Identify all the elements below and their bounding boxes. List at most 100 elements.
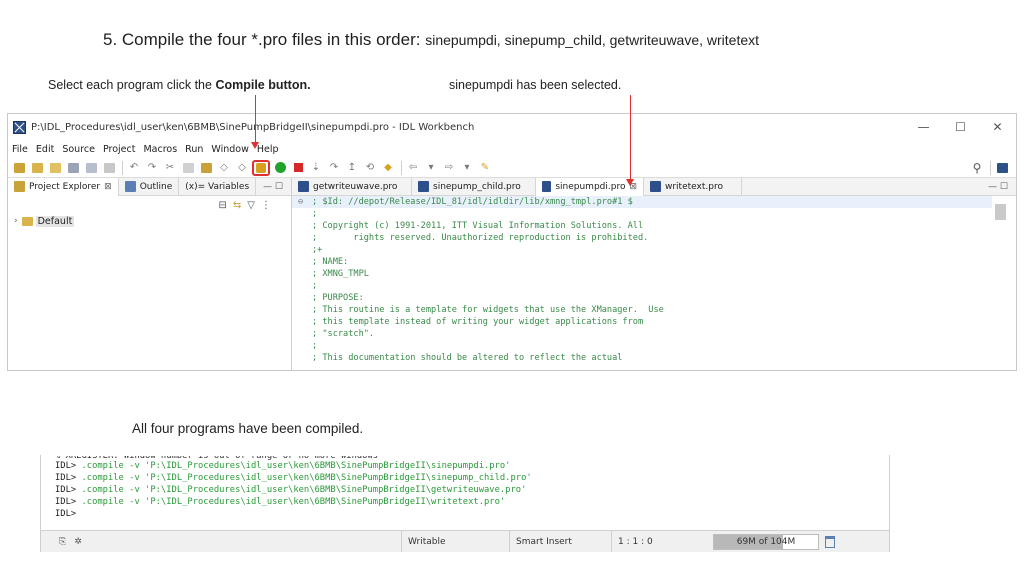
- heap-status[interactable]: 69M of 104M: [713, 533, 819, 550]
- close-tab-icon[interactable]: ⊠: [104, 182, 112, 192]
- last-edit-icon[interactable]: ✎: [477, 161, 493, 175]
- code-line: ; Copyright (c) 1991-2011, ITT Visual In…: [312, 221, 644, 231]
- tab-label: Outline: [139, 181, 173, 192]
- console-prompt-line[interactable]: IDL>: [55, 508, 532, 520]
- code-line: ; This routine is a template for widgets…: [312, 305, 664, 315]
- menu-window[interactable]: Window: [211, 144, 248, 155]
- close-button[interactable]: ✕: [979, 120, 1016, 134]
- fold-icon[interactable]: ⊖: [298, 196, 303, 208]
- collapse-all-icon[interactable]: ⊟: [219, 200, 227, 211]
- back-icon[interactable]: ⇦: [405, 161, 421, 175]
- open-file-icon[interactable]: [47, 161, 63, 175]
- code-editor: getwriteuwave.pro sinepump_child.pro sin…: [292, 177, 1016, 370]
- reset-icon[interactable]: ⟲: [362, 161, 378, 175]
- trash-icon[interactable]: [825, 535, 835, 548]
- tab-label: writetext.pro: [665, 181, 723, 192]
- compile-icon: [256, 162, 266, 173]
- editor-tab-row: getwriteuwave.pro sinepump_child.pro sin…: [292, 177, 1016, 196]
- tab-label: (x)= Variables: [185, 181, 250, 192]
- new-window-icon[interactable]: ⎘: [59, 537, 66, 547]
- tab-sinepump-child[interactable]: sinepump_child.pro: [412, 177, 536, 196]
- selection-arrow-head: [626, 179, 634, 186]
- title-main: 5. Compile the four *.pro files in this …: [103, 30, 426, 49]
- console-line: IDL> .compile -v 'P:\IDL_Procedures\idl_…: [55, 473, 532, 483]
- code-area[interactable]: ⊖; $Id: //depot/Release/IDL_81/idl/idldi…: [292, 196, 992, 370]
- redo-icon[interactable]: ↷: [144, 161, 160, 175]
- comment-icon[interactable]: ◇: [216, 161, 232, 175]
- menu-help[interactable]: Help: [257, 144, 279, 155]
- tab-outline[interactable]: Outline: [119, 177, 180, 196]
- cut-icon[interactable]: ✂: [162, 161, 178, 175]
- toolbar-separator: [122, 160, 123, 175]
- console-line: IDL> .compile -v 'P:\IDL_Procedures\idl_…: [55, 485, 527, 495]
- chevron-right-icon[interactable]: ›: [14, 216, 18, 226]
- menu-project[interactable]: Project: [103, 144, 136, 155]
- console-line: IDL> .compile -v 'P:\IDL_Procedures\idl_…: [55, 461, 511, 471]
- console-output[interactable]: % XREGISTER: Window number is out of ran…: [55, 456, 532, 520]
- tab-getwriteuwave[interactable]: getwriteuwave.pro: [292, 177, 412, 196]
- uncomment-icon[interactable]: ◇: [234, 161, 250, 175]
- editor-minmax[interactable]: — ☐: [988, 182, 1008, 192]
- link-editor-icon[interactable]: ⇆: [233, 200, 241, 211]
- forward-dropdown-icon[interactable]: ▾: [459, 161, 475, 175]
- code-line: ; rights reserved. Unauthorized reproduc…: [312, 233, 649, 243]
- forward-icon[interactable]: ⇨: [441, 161, 457, 175]
- pro-file-icon: [542, 181, 552, 192]
- gear-icon[interactable]: ✲: [74, 537, 82, 547]
- menu-source[interactable]: Source: [62, 144, 95, 155]
- maximize-button[interactable]: ☐: [942, 120, 979, 134]
- compile-arrow-head: [251, 142, 259, 149]
- tree-item-default[interactable]: › Default: [8, 214, 291, 228]
- menubar: File Edit Source Project Macros Run Wind…: [8, 140, 1016, 158]
- idl-console: % XREGISTER: Window number is out of ran…: [40, 455, 890, 552]
- perspective-icon[interactable]: [994, 161, 1010, 175]
- copy-icon[interactable]: [180, 161, 196, 175]
- breakpoint-icon[interactable]: ◆: [380, 161, 396, 175]
- print-icon[interactable]: [101, 161, 117, 175]
- save-icon[interactable]: [65, 161, 81, 175]
- compile-arrow-line: [255, 95, 256, 142]
- tab-label: Project Explorer: [29, 181, 101, 192]
- code-line: ;: [312, 209, 318, 219]
- slide-title: 5. Compile the four *.pro files in this …: [103, 30, 759, 50]
- paste-icon[interactable]: [198, 161, 214, 175]
- toolbar-separator: [990, 160, 991, 175]
- step-into-icon[interactable]: ⇣: [308, 161, 324, 175]
- status-position: 1 : 1 : 0: [611, 530, 691, 552]
- left-pane-minmax[interactable]: — ☐: [263, 182, 283, 192]
- step-over-icon[interactable]: ↷: [326, 161, 342, 175]
- save-all-icon[interactable]: [83, 161, 99, 175]
- new-file-icon[interactable]: [11, 161, 27, 175]
- menu-run[interactable]: Run: [185, 144, 203, 155]
- tab-label: sinepump_child.pro: [433, 181, 521, 192]
- tab-writetext[interactable]: writetext.pro: [644, 177, 742, 196]
- compile-button[interactable]: [252, 159, 270, 176]
- step-return-icon[interactable]: ↥: [344, 161, 360, 175]
- menu-edit[interactable]: Edit: [36, 144, 54, 155]
- code-line: ⊖; $Id: //depot/Release/IDL_81/idl/idldi…: [292, 196, 992, 208]
- menu-macros[interactable]: Macros: [143, 144, 177, 155]
- status-bar: ⎘ ✲ Writable Smart Insert 1 : 1 : 0 69M …: [41, 530, 889, 552]
- view-menu-icon[interactable]: ⋮: [261, 200, 271, 211]
- editor-scrollbar[interactable]: [995, 204, 1006, 220]
- back-dropdown-icon[interactable]: ▾: [423, 161, 439, 175]
- search-icon[interactable]: ⚲: [969, 161, 985, 175]
- filter-icon[interactable]: ▽: [247, 200, 255, 211]
- run-icon[interactable]: [272, 161, 288, 175]
- tab-variables[interactable]: (x)= Variables: [179, 177, 257, 196]
- code-line: ;: [312, 281, 318, 291]
- workbench-panes: Project Explorer ⊠ Outline (x)= Variable…: [8, 177, 1016, 370]
- undo-icon[interactable]: ↶: [126, 161, 142, 175]
- tab-project-explorer[interactable]: Project Explorer ⊠: [8, 177, 119, 196]
- pro-file-icon: [650, 181, 661, 192]
- minimize-button[interactable]: —: [905, 120, 942, 134]
- instruction-text: Select each program click the: [48, 78, 216, 92]
- menu-file[interactable]: File: [12, 144, 28, 155]
- stop-icon[interactable]: [290, 161, 306, 175]
- project-explorer-icon: [14, 181, 25, 192]
- open-folder-icon[interactable]: [29, 161, 45, 175]
- instruction-bold: Compile button.: [215, 78, 311, 92]
- toolbar-separator: [401, 160, 402, 175]
- window-titlebar: P:\IDL_Procedures\idl_user\ken\6BMB\Sine…: [8, 114, 1016, 140]
- code-line: ; XMNG_TMPL: [312, 269, 369, 279]
